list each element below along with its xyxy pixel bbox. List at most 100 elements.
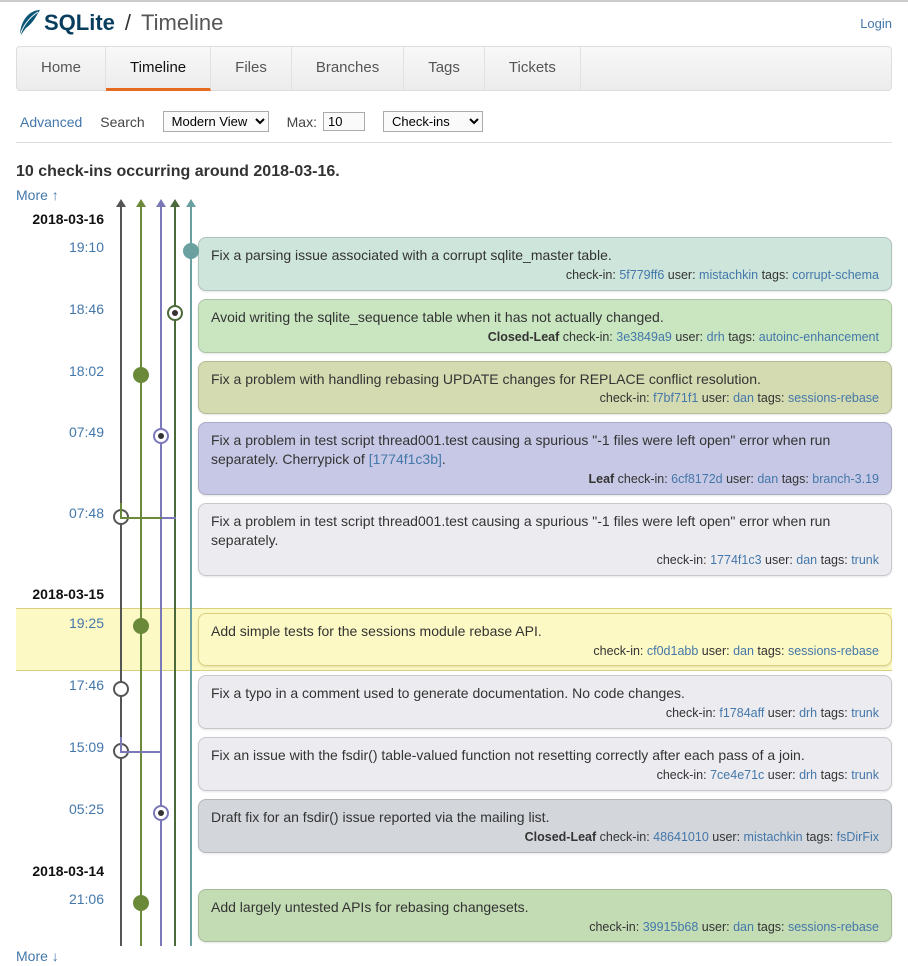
advanced-link[interactable]: Advanced (20, 114, 82, 130)
graph-spacer (106, 418, 198, 499)
max-input[interactable] (323, 112, 365, 131)
event-time[interactable]: 19:10 (16, 233, 106, 295)
checkin-hash[interactable]: 39915b68 (643, 920, 699, 934)
card-cell: Draft fix for an fsdir() issue reported … (198, 795, 892, 857)
card-cell: Add simple tests for the sessions module… (198, 608, 892, 671)
checkin-tags[interactable]: sessions-rebase (788, 644, 879, 658)
checkin-user[interactable]: drh (799, 768, 817, 782)
checkin-user[interactable]: mistachkin (744, 830, 803, 844)
checkin-card[interactable]: Fix a problem with handling rebasing UPD… (198, 361, 892, 415)
card-description: Add simple tests for the sessions module… (211, 623, 542, 639)
checkin-card[interactable]: Draft fix for an fsdir() issue reported … (198, 799, 892, 853)
checkin-hash[interactable]: 3e3849a9 (616, 330, 672, 344)
checkin-user[interactable]: dan (757, 472, 778, 486)
event-time[interactable]: 17:46 (16, 671, 106, 733)
card-meta: check-in: 39915b68 user: dan tags: sessi… (211, 917, 879, 936)
main-nav: HomeTimelineFilesBranchesTagsTickets (16, 46, 892, 91)
checkin-hash[interactable]: 6cf8172d (671, 472, 722, 486)
checkin-tags[interactable]: sessions-rebase (788, 391, 879, 405)
event-time[interactable]: 07:49 (16, 418, 106, 499)
header-left: SQLite / Timeline (16, 8, 223, 38)
checkin-tags[interactable]: trunk (851, 768, 879, 782)
checkin-tags[interactable]: fsDirFix (837, 830, 879, 844)
nav-tickets[interactable]: Tickets (485, 47, 581, 90)
card-description: Fix a problem in test script thread001.t… (211, 513, 830, 548)
card-meta: Closed-Leaf check-in: 48641010 user: mis… (211, 827, 879, 846)
date-row: 2018-03-15 (16, 580, 892, 609)
checkin-card[interactable]: Fix a problem in test script thread001.t… (198, 503, 892, 576)
checkin-hash[interactable]: f1784aff (719, 706, 764, 720)
date-header: 2018-03-16 (16, 205, 106, 233)
date-header: 2018-03-14 (16, 857, 106, 885)
card-meta: check-in: 1774f1c3 user: dan tags: trunk (211, 550, 879, 569)
nav-branches[interactable]: Branches (292, 47, 404, 90)
event-row: 15:09 Fix an issue with the fsdir() table… (16, 733, 892, 795)
event-time[interactable]: 18:46 (16, 295, 106, 357)
checkin-user[interactable]: dan (733, 644, 754, 658)
checkin-card[interactable]: Fix a problem in test script thread001.t… (198, 422, 892, 495)
checkin-user[interactable]: dan (733, 391, 754, 405)
checkin-user[interactable]: drh (707, 330, 725, 344)
graph-spacer (106, 671, 198, 733)
card-meta: check-in: f7bf71f1 user: dan tags: sessi… (211, 388, 879, 407)
card-meta: check-in: 7ce4e71c user: drh tags: trunk (211, 765, 879, 784)
card-cell: Fix a problem in test script thread001.t… (198, 418, 892, 499)
card-description: Fix a problem in test script thread001.t… (211, 432, 830, 467)
timeline: 2018-03-1619:10 Fix a parsing issue assoc… (16, 205, 892, 946)
more-down-link[interactable]: More ↓ (16, 948, 59, 964)
card-description: Avoid writing the sqlite_sequence table … (211, 309, 664, 325)
checkin-card[interactable]: Add largely untested APIs for rebasing c… (198, 889, 892, 943)
checkin-card[interactable]: Avoid writing the sqlite_sequence table … (198, 299, 892, 353)
card-description: Add largely untested APIs for rebasing c… (211, 899, 529, 915)
card-meta: check-in: 5f779ff6 user: mistachkin tags… (211, 265, 879, 284)
view-select[interactable]: Modern View (163, 111, 269, 132)
card-cell (198, 580, 892, 609)
checkin-tags[interactable]: autoinc-enhancement (759, 330, 879, 344)
checkin-user[interactable]: drh (799, 706, 817, 720)
checkin-hash[interactable]: f7bf71f1 (653, 391, 698, 405)
cherrypick-link[interactable]: [1774f1c3b] (369, 451, 442, 467)
event-time[interactable]: 21:06 (16, 885, 106, 947)
card-cell (198, 857, 892, 885)
graph-spacer (106, 295, 198, 357)
checkin-hash[interactable]: 5f779ff6 (619, 268, 664, 282)
max-label: Max: (287, 114, 317, 130)
card-cell: Avoid writing the sqlite_sequence table … (198, 295, 892, 357)
checkin-tags[interactable]: sessions-rebase (788, 920, 879, 934)
checkin-user[interactable]: mistachkin (699, 268, 758, 282)
event-time[interactable]: 19:25 (16, 608, 106, 671)
checkin-tags[interactable]: trunk (851, 553, 879, 567)
graph-spacer (106, 795, 198, 857)
nav-tags[interactable]: Tags (404, 47, 485, 90)
checkin-tags[interactable]: trunk (851, 706, 879, 720)
checkin-card[interactable]: Fix an issue with the fsdir() table-valu… (198, 737, 892, 791)
event-time[interactable]: 07:48 (16, 499, 106, 580)
graph-spacer (106, 885, 198, 947)
card-cell: Fix an issue with the fsdir() table-valu… (198, 733, 892, 795)
nav-files[interactable]: Files (211, 47, 292, 90)
login-link[interactable]: Login (860, 16, 892, 31)
checkin-user[interactable]: dan (733, 920, 754, 934)
checkin-hash[interactable]: 7ce4e71c (710, 768, 764, 782)
checkin-tags[interactable]: corrupt-schema (792, 268, 879, 282)
more-up-link[interactable]: More ↑ (16, 187, 59, 203)
checkin-card[interactable]: Fix a parsing issue associated with a co… (198, 237, 892, 291)
checkin-tags[interactable]: branch-3.19 (812, 472, 879, 486)
type-select[interactable]: Check-ins (383, 111, 483, 132)
checkin-hash[interactable]: cf0d1abb (647, 644, 698, 658)
checkin-hash[interactable]: 1774f1c3 (710, 553, 761, 567)
card-cell (198, 205, 892, 233)
logo[interactable]: SQLite (16, 8, 115, 38)
card-cell: Fix a typo in a comment used to generate… (198, 671, 892, 733)
event-time[interactable]: 15:09 (16, 733, 106, 795)
event-row: 17:46 Fix a typo in a comment used to gen… (16, 671, 892, 733)
nav-home[interactable]: Home (17, 47, 106, 90)
checkin-card[interactable]: Add simple tests for the sessions module… (198, 613, 892, 667)
event-time[interactable]: 18:02 (16, 357, 106, 419)
nav-timeline[interactable]: Timeline (106, 47, 211, 91)
checkin-user[interactable]: dan (796, 553, 817, 567)
checkin-card[interactable]: Fix a typo in a comment used to generate… (198, 675, 892, 729)
checkin-hash[interactable]: 48641010 (653, 830, 709, 844)
type-group: Check-ins (383, 111, 483, 132)
event-time[interactable]: 05:25 (16, 795, 106, 857)
